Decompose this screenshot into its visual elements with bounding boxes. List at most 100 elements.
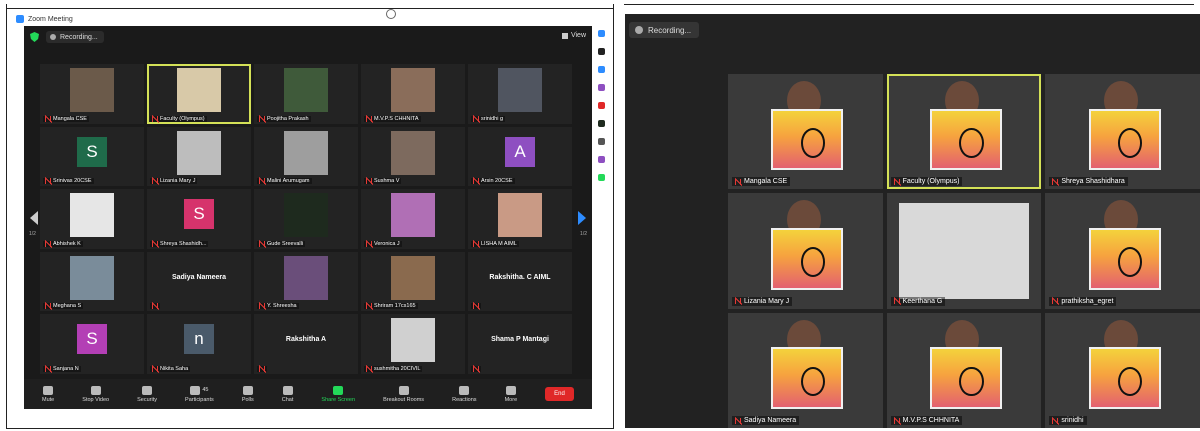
gallery-tile[interactable]: Keerthana G (886, 193, 1042, 309)
participant-name-label (150, 302, 160, 311)
view-button[interactable]: View (561, 32, 586, 39)
participant-tile[interactable]: sushmitha 20CIVIL (361, 314, 465, 374)
gallery-name-label: Shreya Shashidhara (1049, 177, 1128, 187)
gallery-participant-name: srinidhi (1061, 417, 1084, 424)
recording-label-right: Recording... (648, 25, 692, 35)
more-button[interactable]: More (505, 385, 517, 403)
participant-tile[interactable]: Gude Sreevalli (254, 189, 358, 249)
gallery-tile[interactable]: Faculty (Olympus) (886, 74, 1042, 190)
app-icon[interactable] (598, 102, 605, 109)
gallery-tile[interactable]: Lizania Mary J (728, 193, 883, 309)
participant-tile[interactable]: Meghana S (40, 251, 144, 312)
participant-name: sushmitha 20CIVIL (374, 365, 421, 372)
gallery-tile[interactable]: Shreya Shashidhara (1045, 74, 1200, 190)
muted-microphone-icon (735, 297, 742, 306)
participant-tile[interactable]: Malini Arumugam (254, 126, 358, 187)
security-button[interactable]: Security (137, 385, 157, 403)
participant-name: Mangala CSE (53, 115, 87, 122)
participant-tile[interactable]: Rakshitha. C AIML (468, 251, 572, 312)
participant-tile[interactable]: Abhishek K (40, 189, 144, 249)
participant-name-label: Poojitha Prakash (257, 114, 311, 123)
share-screen-button[interactable]: Share Screen (321, 385, 355, 403)
participant-tile[interactable]: A Arsin 20CSE (468, 126, 572, 187)
muted-microphone-icon (1052, 416, 1060, 425)
security-label: Security (137, 396, 157, 403)
muted-microphone-icon (152, 302, 159, 311)
gallery-tile[interactable]: Mangala CSE (728, 74, 883, 190)
app-icon[interactable] (598, 84, 605, 91)
end-meeting-button[interactable]: End (545, 387, 574, 401)
reactions-button[interactable]: Reactions (452, 385, 477, 403)
participant-tile[interactable]: M.V.P.S CHHNITA (361, 64, 465, 124)
gallery-name-label: Faculty (Olympus) (890, 177, 963, 187)
participants-button[interactable]: 45 Participants (185, 385, 214, 403)
shield-icon[interactable] (30, 32, 39, 42)
participant-name-label: Meghana S (43, 302, 84, 311)
zoom-meeting-window: Recording... View 1/2 1/2 Mangala CSE Fac… (24, 26, 592, 409)
participant-tile[interactable]: LISHA M AIML (468, 189, 572, 249)
participant-tile[interactable]: Poojitha Prakash (254, 64, 358, 124)
app-icon[interactable] (598, 120, 605, 127)
gallery-tile[interactable]: prathiksha_egret (1045, 193, 1200, 309)
recording-indicator[interactable]: Recording... (46, 31, 104, 43)
participant-tile[interactable]: Y. Shreesha (254, 251, 358, 312)
stop-video-button[interactable]: Stop Video (82, 385, 110, 403)
participant-name-label: Veronica J (364, 239, 402, 248)
app-icon[interactable] (598, 30, 605, 37)
participant-tile[interactable]: S Shreya Shashidh... (147, 189, 251, 249)
gallery-name-label: Sadiya Nameera (732, 416, 800, 425)
muted-microphone-icon (45, 364, 52, 373)
app-icon[interactable] (598, 66, 605, 73)
gallery-tile[interactable]: M.V.P.S CHHNITA (886, 312, 1042, 428)
participant-tile[interactable]: Rakshitha A (254, 314, 358, 374)
window-title: Zoom Meeting (28, 15, 73, 23)
participant-name: Sanjana N (53, 365, 79, 372)
participant-name-label: Gude Sreevalli (257, 239, 306, 248)
stop-video-label: Stop Video (82, 396, 110, 403)
muted-microphone-icon (259, 239, 266, 248)
participant-tile[interactable]: Veronica J (361, 189, 465, 249)
participant-tile[interactable]: Shriram 17cs165 (361, 251, 465, 312)
participant-name: Gude Sreevalli (267, 240, 304, 247)
shield-icon (142, 385, 153, 395)
mute-button[interactable]: Mute (42, 385, 55, 403)
gallery-tile[interactable]: Sadiya Nameera (728, 312, 883, 428)
next-page-arrow-icon[interactable] (578, 211, 586, 225)
participant-avatar: S (184, 199, 214, 230)
participant-tile[interactable]: S Srinivas 20CSE (40, 126, 144, 187)
polls-button[interactable]: Polls (241, 385, 254, 403)
gallery-name-label: Lizania Mary J (732, 296, 793, 306)
participant-tile[interactable]: Lizania Mary J (147, 126, 251, 187)
participant-tile[interactable]: Sushma V (361, 126, 465, 187)
chat-button[interactable]: Chat (281, 385, 294, 403)
polls-label: Polls (241, 396, 254, 403)
participant-video (391, 130, 435, 175)
participant-name-label: Malini Arumugam (257, 177, 312, 186)
app-icon[interactable] (598, 138, 605, 145)
mute-label: Mute (42, 396, 55, 403)
previous-page-arrow-icon[interactable] (30, 211, 38, 225)
participant-tile[interactable]: Shama P Mantagi (468, 314, 572, 374)
app-icon[interactable] (598, 174, 605, 181)
participant-tile[interactable]: srinidhi g (468, 64, 572, 124)
participant-tile[interactable]: S Sanjana N (40, 314, 144, 374)
participant-tile[interactable]: Mangala CSE (40, 64, 144, 124)
recording-indicator-right[interactable]: Recording... (629, 22, 700, 38)
grid-icon (561, 32, 568, 39)
painting-artwork (771, 227, 844, 290)
painting-artwork (929, 347, 1002, 409)
gallery-tile[interactable]: srinidhi (1045, 312, 1200, 428)
participant-name-label: Srinivas 20CSE (43, 177, 94, 186)
app-icon[interactable] (598, 156, 605, 163)
breakout-rooms-button[interactable]: Breakout Rooms (383, 385, 424, 403)
participant-tile[interactable]: Sadiya Nameera (147, 251, 251, 312)
participant-name-label: Faculty (Olympus) (150, 114, 207, 123)
chat-label: Chat (281, 396, 294, 403)
minimize-icon[interactable] (386, 9, 396, 19)
participant-tile[interactable]: Faculty (Olympus) (147, 64, 251, 124)
participant-name: srinidhi g (481, 115, 504, 122)
muted-microphone-icon (45, 114, 52, 123)
participants-count: 45 (202, 387, 209, 393)
participant-tile[interactable]: n Nikita Saha (147, 314, 251, 374)
app-icon[interactable] (598, 48, 605, 55)
